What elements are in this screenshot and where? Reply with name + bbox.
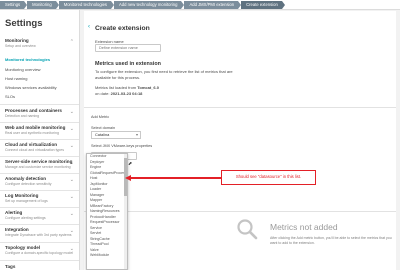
- sidebar-section-monitoring[interactable]: Monitoring Setup and overview ⌃: [5, 38, 77, 48]
- chevron-down-icon[interactable]: ⌄: [70, 211, 74, 217]
- add-metric-label: Add Metric: [91, 115, 110, 119]
- sidebar-item-monitoring-overview[interactable]: Monitoring overview: [5, 67, 41, 72]
- section-title: Monitoring: [5, 38, 29, 43]
- sidebar-section-anomaly[interactable]: Anomaly detection Configure detection se…: [5, 176, 77, 186]
- mouse-cursor-icon: ⬈: [128, 161, 133, 167]
- loaded-from-host: Tomcat_6.0: [137, 85, 159, 90]
- section-title: Processes and containers: [5, 108, 62, 113]
- sidebar-divider: [0, 173, 79, 174]
- dropdown-item-webmodule[interactable]: WebModule: [87, 253, 127, 259]
- chevron-down-icon[interactable]: ⌄: [70, 246, 74, 252]
- sidebar-section-log-monitoring[interactable]: Log Monitoring Set up management of logs…: [5, 193, 77, 203]
- empty-state-description: After clicking the Add metric button, yo…: [270, 236, 392, 245]
- section-title: Log Monitoring: [5, 193, 39, 198]
- select-domain-label: Select domain: [91, 126, 116, 130]
- sidebar-divider: [0, 104, 79, 105]
- dropdown-scrollbar[interactable]: [124, 154, 127, 269]
- sidebar-section-topology[interactable]: Topology model Configure a domain-specif…: [5, 245, 77, 255]
- chevron-up-icon[interactable]: ⌃: [70, 39, 74, 45]
- sidebar-item-monitored-technologies[interactable]: Monitored technologies: [5, 57, 50, 62]
- sidebar-divider: [0, 242, 79, 243]
- sidebar-divider: [0, 190, 79, 191]
- section-title: Cloud and virtualization: [5, 142, 58, 147]
- section-subtitle: Integrate Dynatrace with 3rd party syste…: [5, 233, 72, 237]
- magnifier-icon: [237, 219, 258, 240]
- sidebar-item-slos[interactable]: SLOs: [5, 94, 15, 99]
- section-title: Server-side service monitoring: [5, 159, 73, 164]
- domain-select-value: Catalina: [95, 132, 110, 137]
- back-arrow-icon[interactable]: ‹: [88, 24, 90, 30]
- sidebar-divider: [0, 260, 79, 261]
- sidebar-divider: [0, 139, 79, 140]
- section-title: Anomaly detection: [5, 176, 47, 181]
- breadcrumb-create-extension: Create extension: [241, 0, 285, 9]
- annotation-arrow: [130, 177, 221, 179]
- sidebar-divider: [0, 156, 79, 157]
- breadcrumb-monitored-technologies[interactable]: Monitored technologies: [58, 0, 115, 9]
- breadcrumb-monitoring[interactable]: Monitoring: [27, 0, 59, 9]
- domain-select[interactable]: Catalina ▾: [91, 131, 141, 139]
- chevron-down-icon[interactable]: ⌄: [70, 126, 74, 132]
- metrics-heading: Metrics used in extension: [95, 61, 161, 67]
- chevron-down-icon[interactable]: ⌄: [70, 143, 74, 149]
- sidebar-item-host-naming[interactable]: Host naming: [5, 76, 27, 81]
- page-title: Create extension: [95, 25, 150, 32]
- section-title: Integration: [5, 227, 29, 232]
- section-subtitle: Configure a domain-specific topology mod…: [5, 251, 74, 255]
- loaded-from-label: Metrics list loaded from: [95, 85, 137, 90]
- chevron-down-icon[interactable]: ⌄: [70, 177, 74, 183]
- section-subtitle: Connect cloud and virtualization types: [5, 148, 64, 152]
- loaded-on-label: on date:: [95, 91, 110, 96]
- section-divider: [84, 211, 396, 212]
- loaded-date-line: on date: 2021-03-23 04:18: [95, 91, 142, 97]
- breadcrumb: Settings Monitoring Monitored technologi…: [0, 0, 400, 10]
- section-subtitle: Set up management of logs: [5, 199, 48, 203]
- sidebar-divider: [0, 207, 79, 208]
- section-title: Web and mobile monitoring: [5, 125, 66, 130]
- sidebar-section-web-mobile[interactable]: Web and mobile monitoring Real user and …: [5, 125, 77, 135]
- breadcrumb-settings[interactable]: Settings: [0, 0, 28, 9]
- sidebar-section-cloud[interactable]: Cloud and virtualization Connect cloud a…: [5, 142, 77, 152]
- section-subtitle: Setup and overview: [5, 44, 36, 48]
- section-subtitle: Manage and customize service monitoring: [5, 165, 71, 169]
- section-title: Tags: [5, 264, 16, 269]
- chevron-down-icon[interactable]: ⌄: [70, 109, 74, 115]
- sidebar-divider: [0, 224, 79, 225]
- loaded-date: 2021-03-23 04:18: [110, 91, 143, 96]
- section-title: Alerting: [5, 210, 23, 215]
- chevron-down-icon: ▾: [135, 132, 138, 137]
- sidebar-item-windows-services[interactable]: Windows services availability: [5, 85, 57, 90]
- sidebar-section-processes[interactable]: Processes and containers Detection and n…: [5, 108, 77, 118]
- metrics-description: To configure the extension, you first ne…: [95, 69, 233, 80]
- annotation-arrowhead: [125, 174, 131, 181]
- section-title: Topology model: [5, 245, 41, 250]
- extension-name-input[interactable]: [95, 44, 161, 52]
- type-dropdown-list[interactable]: Connector Deployer Engine GlobalRequestP…: [86, 153, 128, 270]
- vmware-keys-label: Select JMX VMware-keys properties: [91, 144, 153, 148]
- sidebar-section-integration[interactable]: Integration Integrate Dynatrace with 3rd…: [5, 227, 77, 237]
- chevron-down-icon[interactable]: ⌄: [70, 228, 74, 234]
- sidebar-section-server-side[interactable]: Server-side service monitoring Manage an…: [5, 159, 77, 169]
- breadcrumb-add-jmx-extension[interactable]: Add JMX/PMI extension: [184, 0, 241, 9]
- section-subtitle: Real user and synthetic monitoring: [5, 131, 59, 135]
- section-subtitle: Configure detection sensitivity: [5, 182, 52, 186]
- breadcrumb-add-new-technology[interactable]: Add new technology monitoring: [114, 0, 185, 9]
- chevron-down-icon[interactable]: ⌄: [70, 160, 74, 166]
- sidebar-title: Settings: [5, 18, 43, 29]
- sidebar-divider: [0, 122, 79, 123]
- sidebar-section-tags[interactable]: Tags: [5, 264, 77, 269]
- sidebar-section-alerting[interactable]: Alerting Configure alerting settings ⌄: [5, 210, 77, 220]
- loaded-from-line: Metrics list loaded from Tomcat_6.0: [95, 85, 159, 91]
- chevron-down-icon[interactable]: ⌄: [70, 194, 74, 200]
- section-subtitle: Detection and naming: [5, 114, 40, 118]
- annotation-callout: Should see "datasource" in this list.: [221, 170, 316, 185]
- empty-state-title: Metrics not added: [270, 222, 338, 232]
- section-divider: [84, 107, 396, 108]
- section-subtitle: Configure alerting settings: [5, 216, 46, 220]
- settings-sidebar: Settings Monitoring Setup and overview ⌃…: [0, 10, 80, 270]
